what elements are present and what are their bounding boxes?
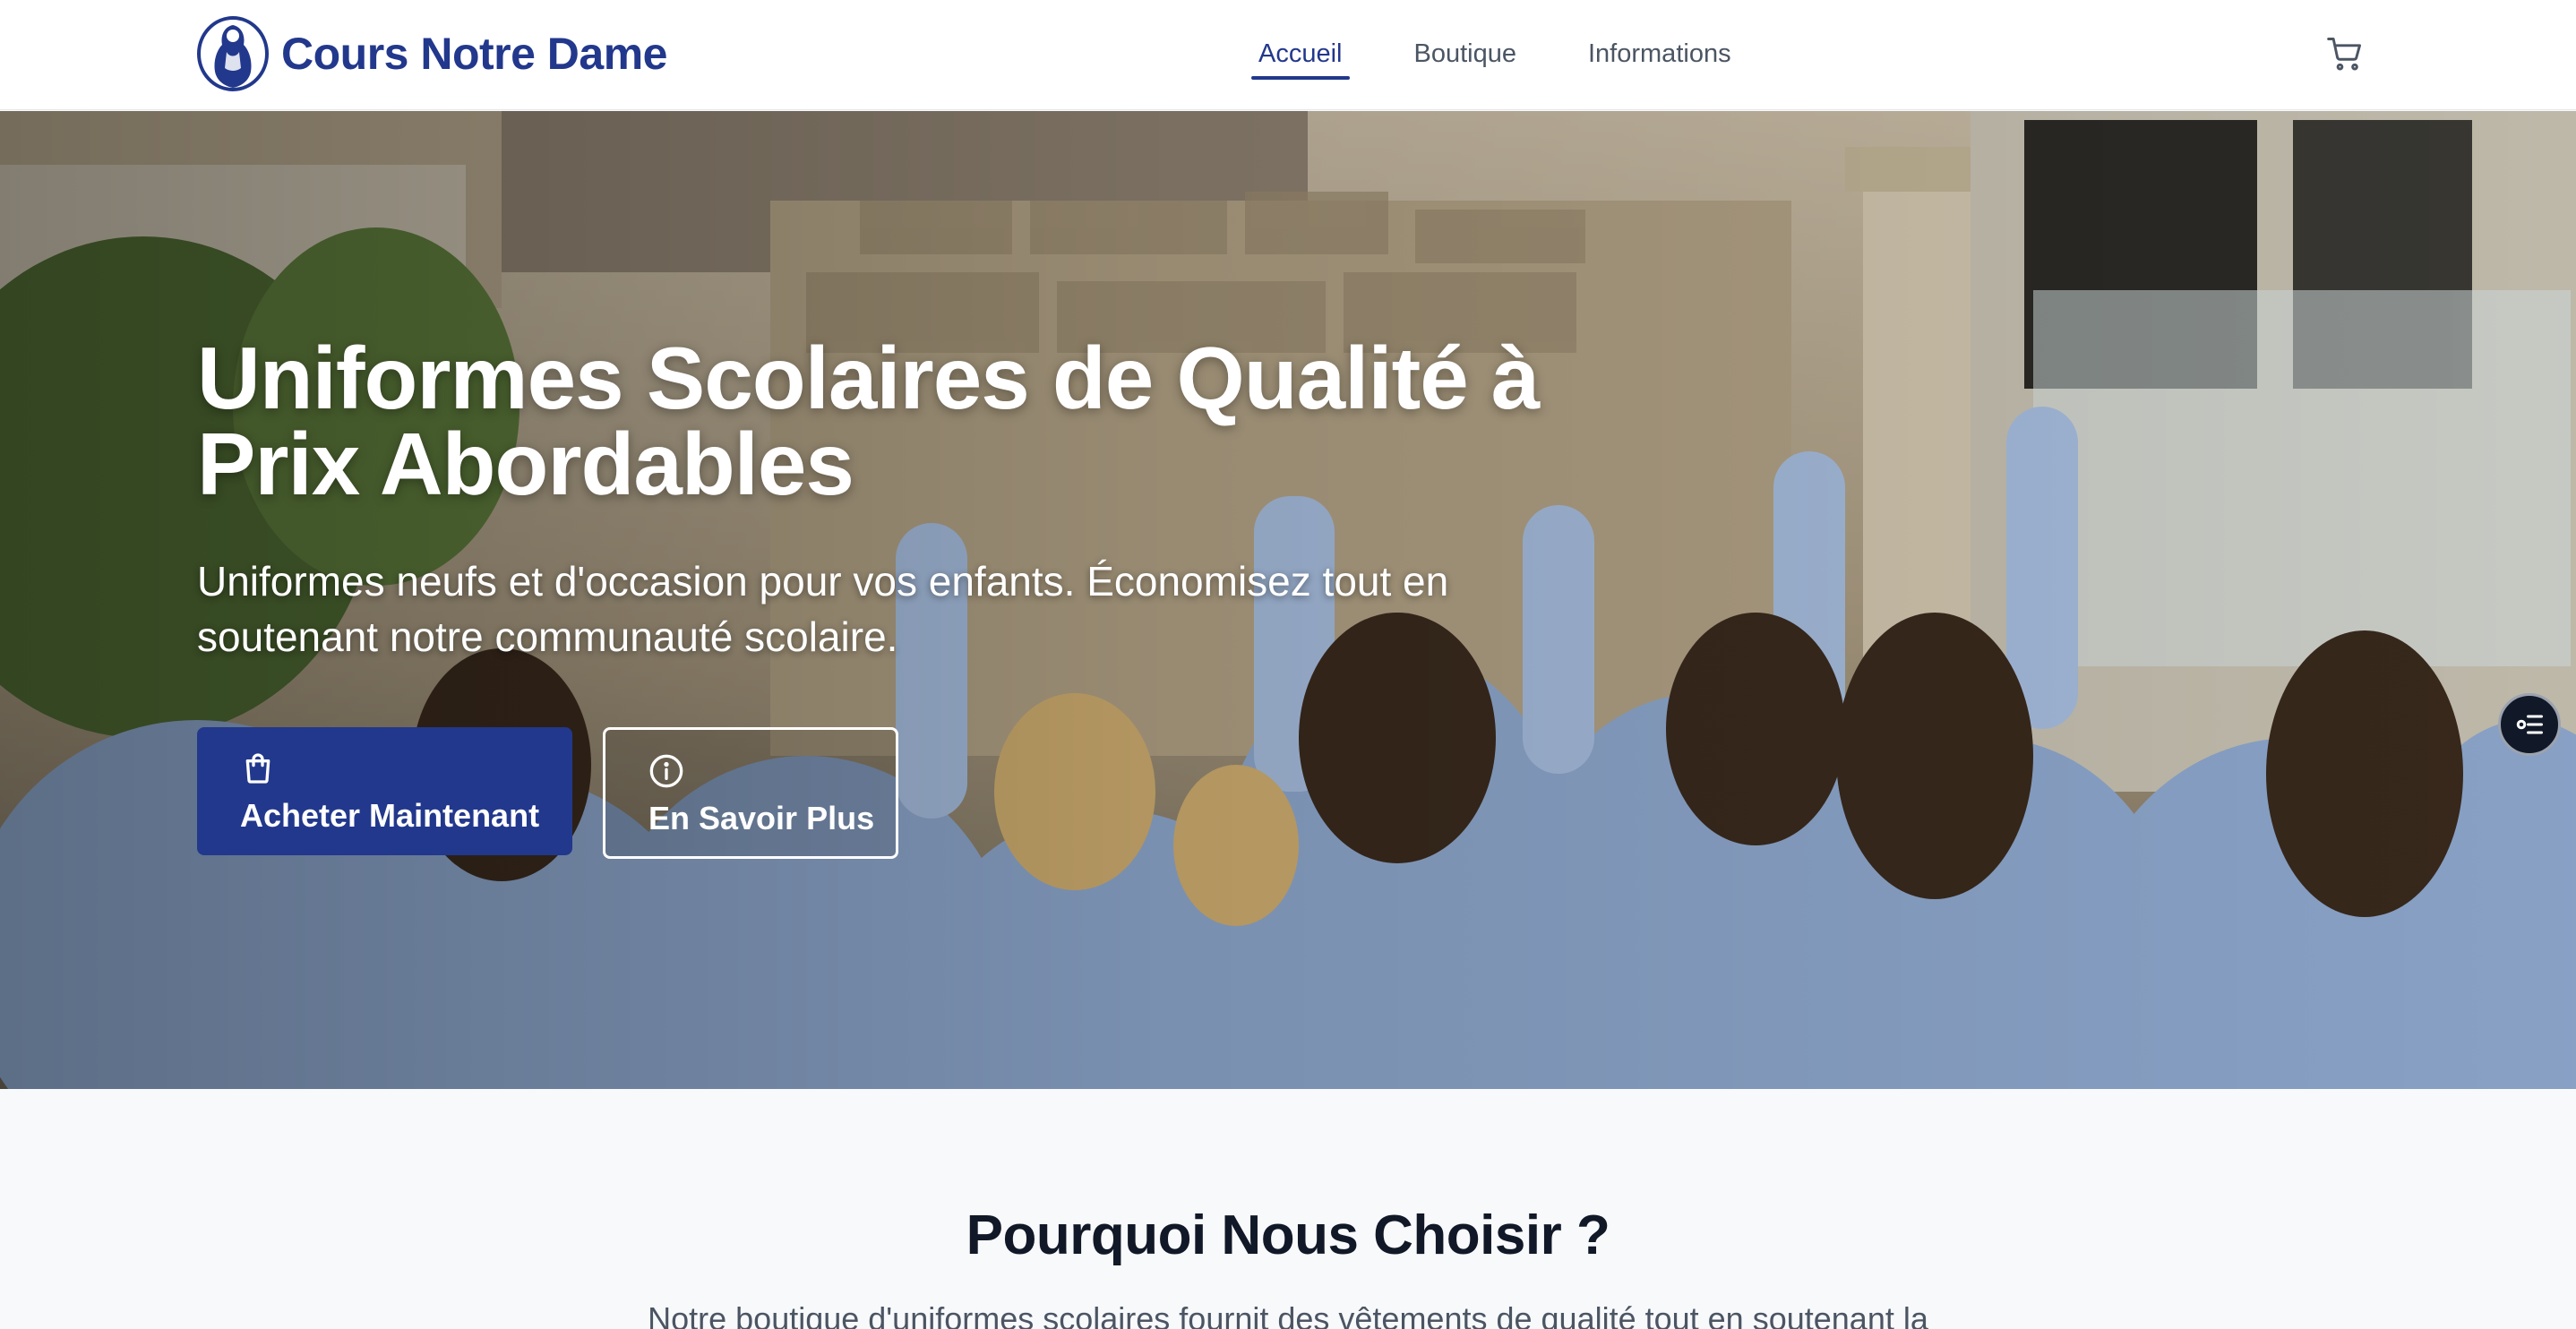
hero-content: Uniformes Scolaires de Qualité à Prix Ab…: [197, 329, 1558, 664]
shop-now-button[interactable]: Acheter Maintenant: [197, 727, 572, 855]
nav-item-accueil[interactable]: Accueil: [1251, 36, 1350, 80]
learn-more-label: En Savoir Plus: [648, 800, 875, 836]
hero-section: Uniformes Scolaires de Qualité à Prix Ab…: [0, 111, 2576, 1089]
hero-subtitle: Uniformes neufs et d'occasion pour vos e…: [197, 558, 1449, 660]
nav-item-informations[interactable]: Informations: [1581, 36, 1739, 80]
filter-fab-button[interactable]: [2498, 693, 2561, 756]
info-icon: [649, 754, 683, 788]
why-title: Pourquoi Nous Choisir ?: [966, 1205, 1610, 1266]
shopping-bag-icon: [245, 753, 270, 784]
why-choose-us-section: Pourquoi Nous Choisir ? Notre boutique d…: [0, 1089, 2576, 1329]
brand[interactable]: Cours Notre Dame: [197, 16, 668, 91]
why-description: Notre boutique d'uniformes scolaires fou…: [648, 1300, 1928, 1329]
hero-buttons: Acheter Maintenant En Savoir Plus: [197, 727, 898, 859]
site-header: Cours Notre Dame Accueil Boutique Inform…: [0, 0, 2576, 110]
main-nav: Accueil Boutique Informations: [1251, 36, 1796, 80]
learn-more-button[interactable]: En Savoir Plus: [603, 727, 898, 859]
brand-name: Cours Notre Dame: [281, 29, 668, 79]
hero-title: Uniformes Scolaires de Qualité à Prix Ab…: [197, 329, 1540, 513]
cart-icon[interactable]: [2325, 34, 2365, 73]
madonna-logo-icon: [197, 16, 269, 91]
nav-item-boutique[interactable]: Boutique: [1407, 36, 1524, 80]
shop-now-label: Acheter Maintenant: [240, 797, 540, 834]
filter-list-icon: [2516, 715, 2543, 734]
